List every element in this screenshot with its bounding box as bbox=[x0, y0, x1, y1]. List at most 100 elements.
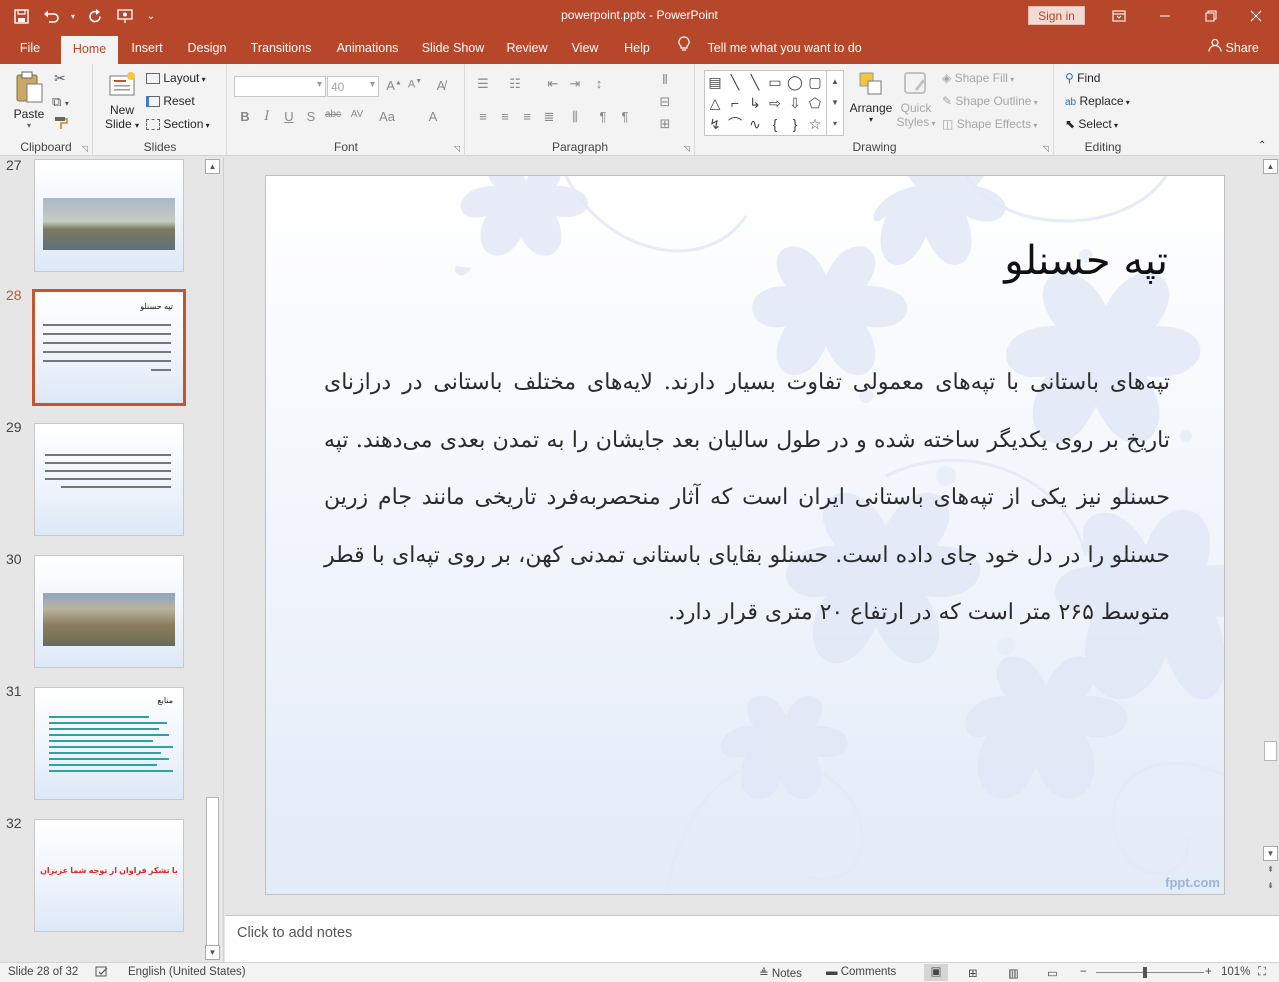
dialog-launcher-icon[interactable]: ◹ bbox=[1043, 144, 1049, 153]
numbering-icon[interactable]: ☷ bbox=[506, 76, 524, 92]
scrollbar-thumb[interactable] bbox=[1264, 741, 1277, 761]
increase-font-icon[interactable]: A▲ bbox=[385, 78, 403, 93]
slide-sorter-icon[interactable]: ⊞ bbox=[968, 966, 978, 980]
scribble-shape-icon[interactable]: ∿ bbox=[745, 114, 765, 134]
ribbon-display-options-icon[interactable] bbox=[1096, 0, 1142, 32]
left-brace-icon[interactable]: { bbox=[765, 114, 785, 134]
zoom-slider-thumb[interactable] bbox=[1143, 967, 1147, 978]
shape-outline-button[interactable]: ✎ Shape Outline ▾ bbox=[942, 94, 1038, 108]
bullets-icon[interactable]: ☰ bbox=[474, 76, 492, 92]
paste-button[interactable]: Paste ▾ bbox=[10, 70, 48, 130]
underline-icon[interactable]: U bbox=[280, 109, 298, 124]
character-spacing-icon[interactable]: AV bbox=[348, 109, 366, 120]
quick-styles-button[interactable]: Quick Styles ▾ bbox=[896, 70, 936, 129]
slide-thumbnail-32[interactable]: با تشکر فراوان از توجه شما عزیزان bbox=[34, 819, 184, 932]
align-right-icon[interactable]: ≡ bbox=[518, 109, 536, 124]
shapes-gallery[interactable]: ▤ ╲ ╲ ▭ ◯ ▢ △ ⌐ ↳ ⇨ ⇩ ⬠ ↯ ⌒ ∿ { } ☆ ▲ ▼ ▾ bbox=[704, 70, 844, 136]
zoom-in-icon[interactable]: + bbox=[1205, 966, 1212, 978]
tab-slide-show[interactable]: Slide Show bbox=[418, 32, 488, 64]
tab-home[interactable]: Home bbox=[61, 36, 118, 64]
font-name-combo[interactable]: ▾ bbox=[234, 76, 326, 97]
scroll-down-icon[interactable]: ▼ bbox=[205, 945, 220, 960]
spelling-check-icon[interactable] bbox=[95, 966, 109, 981]
copy-icon[interactable]: ⧉ ▾ bbox=[52, 94, 69, 110]
tab-transitions[interactable]: Transitions bbox=[245, 32, 317, 64]
zoom-level[interactable]: 101% bbox=[1221, 966, 1250, 978]
minimize-icon[interactable] bbox=[1142, 0, 1188, 32]
justify-icon[interactable]: ≣ bbox=[540, 109, 558, 125]
slide-body-text[interactable]: تپه‌های باستانی با تپه‌های معمولی تفاوت … bbox=[324, 354, 1170, 642]
gallery-scroll[interactable]: ▲ ▼ ▾ bbox=[826, 71, 843, 135]
dialog-launcher-icon[interactable]: ◹ bbox=[684, 144, 690, 153]
tab-insert[interactable]: Insert bbox=[124, 32, 170, 64]
clear-formatting-icon[interactable]: A̸ bbox=[432, 78, 450, 93]
slide-title[interactable]: تپه حسنلو bbox=[1004, 238, 1168, 284]
arc-shape-icon[interactable]: ⌒ bbox=[725, 114, 745, 134]
slide-canvas[interactable]: تپه حسنلو تپه‌های باستانی با تپه‌های معم… bbox=[265, 175, 1225, 895]
text-shadow-icon[interactable]: S bbox=[302, 109, 320, 124]
tab-review[interactable]: Review bbox=[501, 32, 553, 64]
notes-button[interactable]: ≜ Notes bbox=[759, 966, 802, 980]
fit-slide-icon[interactable]: ⛶ bbox=[1258, 966, 1266, 979]
freeform-shape-icon[interactable]: ⬠ bbox=[805, 93, 825, 113]
comments-button[interactable]: ▬ Comments bbox=[826, 966, 896, 978]
scrollbar-thumb[interactable] bbox=[206, 797, 219, 947]
cut-icon[interactable]: ✂ bbox=[54, 70, 66, 87]
select-button[interactable]: ⬉ Select ▾ bbox=[1065, 117, 1118, 131]
bold-icon[interactable]: B bbox=[236, 109, 254, 124]
slide-thumbnail-31[interactable]: منابع bbox=[34, 687, 184, 800]
slide-thumbnail-27[interactable] bbox=[34, 159, 184, 272]
previous-slide-icon[interactable]: ⇞ bbox=[1263, 863, 1278, 878]
thumbnail-scrollbar[interactable]: ▲ ▼ bbox=[204, 157, 221, 962]
strikethrough-icon[interactable]: abc bbox=[324, 109, 342, 120]
notes-placeholder[interactable]: Click to add notes bbox=[237, 925, 352, 941]
slide-thumbnail-28[interactable]: تپه حسنلو bbox=[32, 289, 186, 406]
text-direction-icon[interactable]: ⫴ bbox=[656, 72, 674, 88]
line-shape-icon[interactable]: ╲ bbox=[725, 72, 745, 92]
shape-effects-button[interactable]: ◫ Shape Effects ▾ bbox=[942, 117, 1037, 131]
reset-button[interactable]: Reset bbox=[146, 94, 195, 108]
find-button[interactable]: ⚲ Find bbox=[1065, 71, 1100, 85]
scroll-up-icon[interactable]: ▲ bbox=[205, 159, 220, 174]
shape-fill-button[interactable]: ◈ Shape Fill ▾ bbox=[942, 71, 1014, 85]
triangle-shape-icon[interactable]: △ bbox=[705, 93, 725, 113]
curve-shape-icon[interactable]: ↯ bbox=[705, 114, 725, 134]
columns-icon[interactable]: ⫼ bbox=[566, 109, 584, 125]
font-color-icon[interactable]: A bbox=[424, 109, 442, 124]
change-case-icon[interactable]: Aa bbox=[378, 109, 396, 124]
zoom-slider[interactable] bbox=[1096, 972, 1204, 973]
align-center-icon[interactable]: ≡ bbox=[496, 109, 514, 124]
tab-view[interactable]: View bbox=[566, 32, 604, 64]
new-slide-button[interactable]: New Slide ▾ bbox=[102, 70, 142, 131]
rounded-rectangle-shape-icon[interactable]: ▢ bbox=[805, 72, 825, 92]
dialog-launcher-icon[interactable]: ◹ bbox=[82, 144, 88, 153]
right-brace-icon[interactable]: } bbox=[785, 114, 805, 134]
decrease-indent-icon[interactable]: ⇤ bbox=[544, 76, 562, 92]
scroll-up-icon[interactable]: ▲ bbox=[1263, 159, 1278, 174]
dialog-launcher-icon[interactable]: ◹ bbox=[454, 144, 460, 153]
star-shape-icon[interactable]: ☆ bbox=[805, 114, 825, 134]
share-button[interactable]: Share bbox=[1208, 32, 1259, 64]
arrange-button[interactable]: Arrange ▾ bbox=[848, 70, 894, 124]
rectangle-shape-icon[interactable]: ▭ bbox=[765, 72, 785, 92]
align-left-icon[interactable]: ≡ bbox=[474, 109, 492, 124]
line-spacing-icon[interactable]: ↕ bbox=[590, 76, 608, 91]
tell-me-box[interactable]: Tell me what you want to do bbox=[678, 32, 862, 64]
italic-icon[interactable]: I bbox=[258, 109, 276, 124]
line-shape-icon[interactable]: ╲ bbox=[745, 72, 765, 92]
elbow-connector-icon[interactable]: ⌐ bbox=[725, 93, 745, 113]
section-button[interactable]: Section ▾ bbox=[146, 117, 210, 131]
next-slide-icon[interactable]: ⇟ bbox=[1263, 879, 1278, 894]
font-size-combo[interactable]: 40 ▾ bbox=[327, 76, 379, 97]
slide-thumbnail-30[interactable] bbox=[34, 555, 184, 668]
slide-scrollbar[interactable]: ▲ ▼ ⇞ ⇟ bbox=[1262, 157, 1279, 915]
sign-in-button[interactable]: Sign in bbox=[1028, 6, 1085, 25]
rtl-icon[interactable]: ¶ bbox=[616, 109, 634, 124]
smartart-icon[interactable]: ⊞ bbox=[656, 116, 674, 132]
zoom-out-icon[interactable]: − bbox=[1080, 966, 1087, 978]
decrease-font-icon[interactable]: A▼ bbox=[406, 78, 424, 91]
ltr-icon[interactable]: ¶ bbox=[594, 109, 612, 124]
tab-help[interactable]: Help bbox=[617, 32, 657, 64]
restore-icon[interactable] bbox=[1188, 0, 1234, 32]
language-indicator[interactable]: English (United States) bbox=[128, 966, 246, 978]
